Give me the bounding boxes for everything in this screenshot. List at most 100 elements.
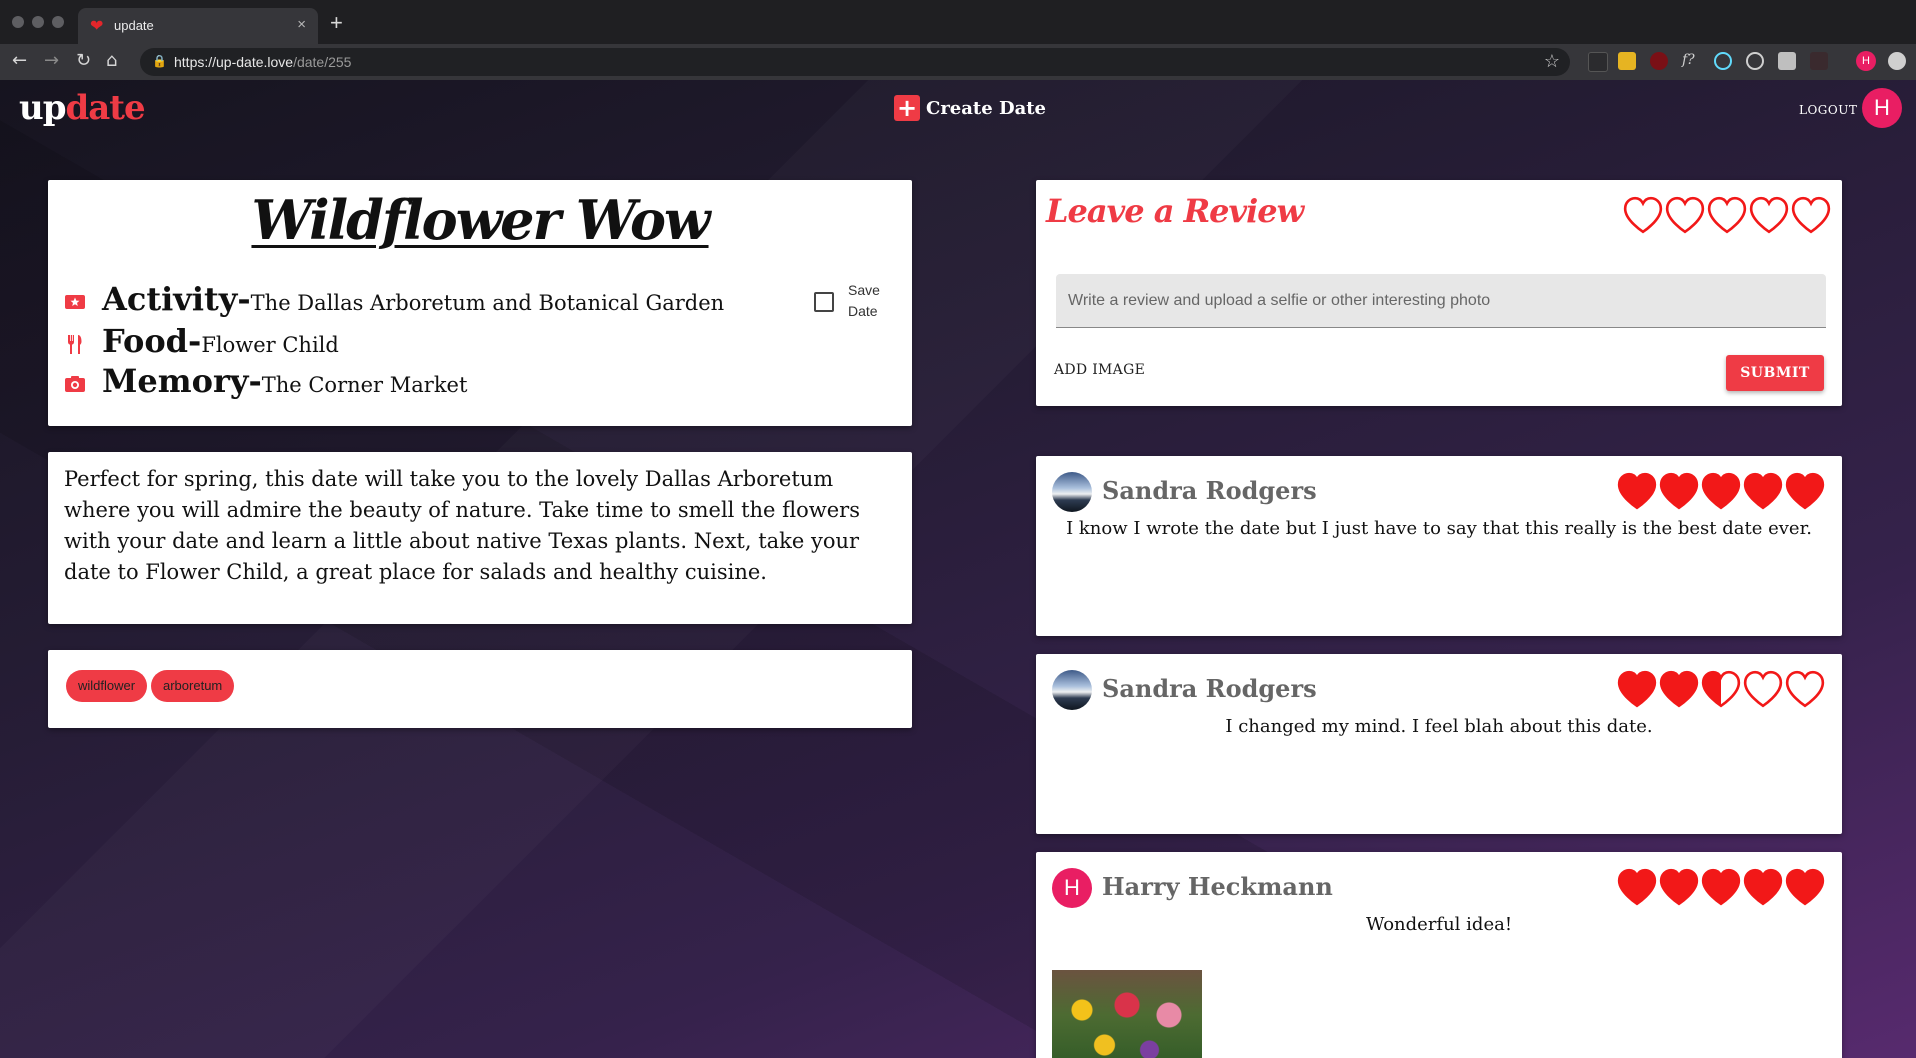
ticket-icon: [64, 291, 86, 313]
memory-row: Memory- The Corner Market: [64, 362, 467, 400]
add-image-button[interactable]: ADD IMAGE: [1054, 362, 1145, 378]
home-icon[interactable]: ⌂: [106, 50, 117, 71]
heart-icon: [1701, 670, 1741, 708]
site-logo[interactable]: update: [19, 88, 146, 128]
food-row: Food- Flower Child: [64, 322, 339, 360]
create-date-button[interactable]: + Create Date: [894, 94, 1046, 122]
description-card: Perfect for spring, this date will take …: [48, 452, 912, 624]
window-minimize-dot[interactable]: [32, 16, 44, 28]
heart-extension-icon[interactable]: [1810, 52, 1828, 70]
date-summary-card: Wildflower Wow Activity- The Dallas Arbo…: [48, 180, 912, 426]
review-text: I know I wrote the date but I just have …: [1066, 518, 1812, 539]
url-host: https://up-date.love: [174, 54, 294, 70]
url-path: /date/255: [293, 54, 352, 70]
heart-icon[interactable]: [1664, 194, 1706, 236]
food-key: Food-: [102, 322, 202, 360]
url-text: https://up-date.love/date/255: [174, 54, 351, 70]
heart-icon: [1617, 472, 1657, 510]
heart-icon: [1617, 868, 1657, 906]
date-description: Perfect for spring, this date will take …: [64, 467, 861, 584]
heart-icon: [1659, 670, 1699, 708]
reviewer-name[interactable]: Sandra Rodgers: [1102, 674, 1317, 703]
react-extension-icon[interactable]: [1714, 52, 1732, 70]
activity-value: The Dallas Arboretum and Botanical Garde…: [250, 291, 725, 315]
back-arrow-icon[interactable]: ←: [12, 50, 27, 71]
review-photo[interactable]: [1052, 970, 1202, 1058]
tab-title: update: [114, 18, 154, 33]
heart-icon[interactable]: [1706, 194, 1748, 236]
reload-icon[interactable]: ↻: [76, 50, 91, 71]
heart-icon: [1659, 472, 1699, 510]
review-text: Wonderful idea!: [1365, 914, 1513, 935]
reviewer-name[interactable]: Sandra Rodgers: [1102, 476, 1317, 505]
new-tab-button[interactable]: +: [330, 12, 343, 34]
activity-row: Activity- The Dallas Arboretum and Botan…: [64, 280, 724, 318]
logo-date: date: [65, 88, 146, 128]
heart-icon: [1701, 472, 1741, 510]
profile-avatar[interactable]: H: [1856, 51, 1876, 71]
forward-arrow-icon[interactable]: →: [44, 50, 59, 71]
heart-icon: [1785, 670, 1825, 708]
save-date-label[interactable]: Save Date: [848, 280, 898, 322]
page-content: update + Create Date LOGOUT H Wildflower…: [0, 80, 1916, 1058]
window-maximize-dot[interactable]: [52, 16, 64, 28]
reviewer-avatar[interactable]: H: [1052, 868, 1092, 908]
tag-chip[interactable]: arboretum: [151, 670, 235, 702]
fork-knife-icon: [64, 333, 86, 355]
bookmark-star-icon[interactable]: ☆: [1544, 51, 1560, 72]
heart-favicon-icon: ❤: [90, 16, 104, 35]
heart-icon[interactable]: [1790, 194, 1832, 236]
browser-toolbar: ← → ↻ ⌂ 🔒 https://up-date.love/date/255 …: [0, 44, 1916, 80]
review-rating: [1616, 866, 1826, 908]
window-close-dot[interactable]: [12, 16, 24, 28]
food-value: Flower Child: [201, 333, 339, 357]
memory-value: The Corner Market: [261, 373, 468, 397]
settings-extension-icon[interactable]: [1888, 52, 1906, 70]
notes-extension-icon[interactable]: [1618, 52, 1636, 70]
create-date-label: Create Date: [926, 97, 1046, 119]
review-card: H Harry Heckmann Wonderful idea!: [1036, 852, 1842, 1058]
tag-chip[interactable]: wildflower: [66, 670, 148, 702]
heart-icon: [1743, 868, 1783, 906]
review-card: Sandra Rodgers I changed my mind. I feel…: [1036, 654, 1842, 834]
lock-icon: 🔒: [152, 54, 167, 68]
reviewer-avatar[interactable]: [1052, 472, 1092, 512]
logout-button[interactable]: LOGOUT: [1799, 103, 1857, 117]
reviewer-name[interactable]: Harry Heckmann: [1102, 872, 1333, 901]
heart-icon: [1617, 670, 1657, 708]
reviewer-avatar[interactable]: [1052, 670, 1092, 710]
rating-input[interactable]: [1622, 194, 1832, 236]
memory-key: Memory-: [102, 362, 262, 400]
target-extension-icon[interactable]: [1746, 52, 1764, 70]
leave-review-card: Leave a Review ADD IMAGE SUBMIT: [1036, 180, 1842, 406]
browser-tab-strip: ❤ update × +: [0, 0, 1916, 44]
review-text-input[interactable]: [1056, 274, 1826, 328]
review-card: Sandra Rodgers I know I wrote the date b…: [1036, 456, 1842, 636]
pen-extension-icon[interactable]: [1588, 52, 1608, 72]
close-tab-icon[interactable]: ×: [297, 16, 306, 33]
save-date-checkbox[interactable]: [814, 292, 834, 312]
logo-up: up: [19, 88, 66, 128]
heart-icon[interactable]: [1748, 194, 1790, 236]
heart-icon: [1659, 868, 1699, 906]
date-title: Wildflower Wow: [251, 188, 710, 252]
page-extension-icon[interactable]: [1778, 52, 1796, 70]
review-rating: [1616, 470, 1826, 512]
user-avatar[interactable]: H: [1862, 88, 1902, 128]
leave-review-heading: Leave a Review: [1046, 192, 1304, 230]
heart-icon: [1701, 868, 1741, 906]
ublock-extension-icon[interactable]: [1650, 52, 1668, 70]
camera-icon: [64, 373, 86, 395]
heart-icon: [1743, 670, 1783, 708]
submit-button[interactable]: SUBMIT: [1726, 355, 1824, 391]
activity-key: Activity-: [102, 280, 251, 318]
heart-icon: [1785, 472, 1825, 510]
function-extension-icon[interactable]: f?: [1682, 52, 1700, 70]
heart-icon: [1785, 868, 1825, 906]
browser-tab[interactable]: ❤ update ×: [78, 8, 318, 44]
plus-icon: +: [894, 95, 920, 121]
address-bar[interactable]: 🔒 https://up-date.love/date/255 ☆: [140, 48, 1570, 76]
tags-card: wildflower arboretum: [48, 650, 912, 728]
heart-icon[interactable]: [1622, 194, 1664, 236]
review-rating: [1616, 668, 1826, 710]
